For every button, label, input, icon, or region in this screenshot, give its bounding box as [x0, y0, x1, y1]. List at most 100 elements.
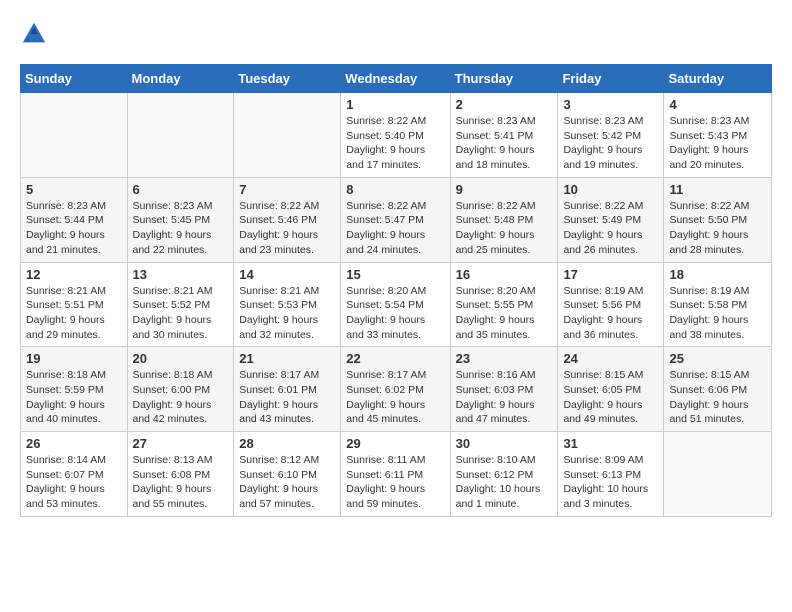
page-header: [20, 20, 772, 48]
calendar-cell: 3Sunrise: 8:23 AM Sunset: 5:42 PM Daylig…: [558, 93, 664, 178]
day-number: 1: [346, 97, 444, 112]
day-number: 7: [239, 182, 335, 197]
day-info: Sunrise: 8:22 AM Sunset: 5:46 PM Dayligh…: [239, 199, 335, 258]
week-row-2: 5 Sunrise: 8:23 AM Sunset: 5:44 PM Daylig…: [21, 177, 772, 262]
calendar-cell: 17 Sunrise: 8:19 AM Sunset: 5:56 PM Dayli…: [558, 262, 664, 347]
calendar-cell: 7 Sunrise: 8:22 AM Sunset: 5:46 PM Daylig…: [234, 177, 341, 262]
day-info: Sunrise: 8:13 AM Sunset: 6:08 PM Dayligh…: [133, 453, 229, 512]
day-number: 11: [669, 182, 766, 197]
day-number: 9: [456, 182, 553, 197]
day-number: 31: [563, 436, 658, 451]
day-number: 2: [456, 97, 553, 112]
calendar-cell: 9 Sunrise: 8:22 AM Sunset: 5:48 PM Daylig…: [450, 177, 558, 262]
day-info: Sunrise: 8:22 AM Sunset: 5:50 PM Dayligh…: [669, 199, 766, 258]
day-info: Sunrise: 8:23 AM Sunset: 5:44 PM Dayligh…: [26, 199, 122, 258]
day-info: Sunrise: 8:23 AM Sunset: 5:45 PM Dayligh…: [133, 199, 229, 258]
day-header-saturday: Saturday: [664, 65, 772, 93]
calendar-cell: 20Sunrise: 8:18 AM Sunset: 6:00 PM Dayli…: [127, 347, 234, 432]
calendar-cell: 5 Sunrise: 8:23 AM Sunset: 5:44 PM Daylig…: [21, 177, 128, 262]
day-info: Sunrise: 8:22 AM Sunset: 5:48 PM Dayligh…: [456, 199, 553, 258]
calendar-cell: [664, 432, 772, 517]
day-info: Sunrise: 8:18 AM Sunset: 5:59 PM Dayligh…: [26, 368, 122, 427]
calendar-cell: 22 Sunrise: 8:17 AM Sunset: 6:02 PM Dayli…: [341, 347, 450, 432]
day-header-monday: Monday: [127, 65, 234, 93]
day-number: 14: [239, 267, 335, 282]
week-row-3: 12 Sunrise: 8:21 AM Sunset: 5:51 PM Dayli…: [21, 262, 772, 347]
day-number: 21: [239, 351, 335, 366]
calendar-cell: 21 Sunrise: 8:17 AM Sunset: 6:01 PM Dayli…: [234, 347, 341, 432]
day-number: 16: [456, 267, 553, 282]
day-info: Sunrise: 8:19 AM Sunset: 5:58 PM Dayligh…: [669, 284, 766, 343]
week-row-1: 1 Sunrise: 8:22 AM Sunset: 5:40 PM Daylig…: [21, 93, 772, 178]
day-info: Sunrise: 8:23 AM Sunset: 5:41 PM Dayligh…: [456, 114, 553, 173]
day-number: 28: [239, 436, 335, 451]
day-info: Sunrise: 8:17 AM Sunset: 6:02 PM Dayligh…: [346, 368, 444, 427]
calendar-cell: 10 Sunrise: 8:22 AM Sunset: 5:49 PM Dayli…: [558, 177, 664, 262]
calendar-cell: 11 Sunrise: 8:22 AM Sunset: 5:50 PM Dayli…: [664, 177, 772, 262]
day-info: Sunrise: 8:17 AM Sunset: 6:01 PM Dayligh…: [239, 368, 335, 427]
day-number: 24: [563, 351, 658, 366]
calendar-cell: [234, 93, 341, 178]
day-number: 12: [26, 267, 122, 282]
calendar-cell: 29 Sunrise: 8:11 AM Sunset: 6:11 PM Dayli…: [341, 432, 450, 517]
day-info: Sunrise: 8:14 AM Sunset: 6:07 PM Dayligh…: [26, 453, 122, 512]
day-info: Sunrise: 8:20 AM Sunset: 5:54 PM Dayligh…: [346, 284, 444, 343]
day-info: Sunrise: 8:21 AM Sunset: 5:51 PM Dayligh…: [26, 284, 122, 343]
calendar-cell: 24Sunrise: 8:15 AM Sunset: 6:05 PM Dayli…: [558, 347, 664, 432]
calendar-cell: 25 Sunrise: 8:15 AM Sunset: 6:06 PM Dayli…: [664, 347, 772, 432]
day-header-thursday: Thursday: [450, 65, 558, 93]
calendar-cell: 8 Sunrise: 8:22 AM Sunset: 5:47 PM Daylig…: [341, 177, 450, 262]
day-number: 25: [669, 351, 766, 366]
day-number: 8: [346, 182, 444, 197]
logo-icon: [20, 20, 48, 48]
day-header-friday: Friday: [558, 65, 664, 93]
calendar-cell: 28 Sunrise: 8:12 AM Sunset: 6:10 PM Dayli…: [234, 432, 341, 517]
day-info: Sunrise: 8:15 AM Sunset: 6:06 PM Dayligh…: [669, 368, 766, 427]
day-number: 10: [563, 182, 658, 197]
calendar-cell: 30Sunrise: 8:10 AM Sunset: 6:12 PM Dayli…: [450, 432, 558, 517]
day-number: 29: [346, 436, 444, 451]
calendar-cell: 16 Sunrise: 8:20 AM Sunset: 5:55 PM Dayli…: [450, 262, 558, 347]
day-number: 13: [133, 267, 229, 282]
day-number: 15: [346, 267, 444, 282]
day-header-wednesday: Wednesday: [341, 65, 450, 93]
day-info: Sunrise: 8:23 AM Sunset: 5:43 PM Dayligh…: [669, 114, 766, 173]
day-info: Sunrise: 8:16 AM Sunset: 6:03 PM Dayligh…: [456, 368, 553, 427]
calendar-cell: 6 Sunrise: 8:23 AM Sunset: 5:45 PM Daylig…: [127, 177, 234, 262]
day-info: Sunrise: 8:10 AM Sunset: 6:12 PM Dayligh…: [456, 453, 553, 512]
calendar-cell: 2 Sunrise: 8:23 AM Sunset: 5:41 PM Daylig…: [450, 93, 558, 178]
day-info: Sunrise: 8:09 AM Sunset: 6:13 PM Dayligh…: [563, 453, 658, 512]
logo: [20, 20, 52, 48]
calendar-cell: 18 Sunrise: 8:19 AM Sunset: 5:58 PM Dayli…: [664, 262, 772, 347]
day-info: Sunrise: 8:21 AM Sunset: 5:53 PM Dayligh…: [239, 284, 335, 343]
day-info: Sunrise: 8:22 AM Sunset: 5:40 PM Dayligh…: [346, 114, 444, 173]
calendar-cell: 4 Sunrise: 8:23 AM Sunset: 5:43 PM Daylig…: [664, 93, 772, 178]
day-number: 5: [26, 182, 122, 197]
day-header-tuesday: Tuesday: [234, 65, 341, 93]
day-number: 22: [346, 351, 444, 366]
calendar-cell: 15 Sunrise: 8:20 AM Sunset: 5:54 PM Dayli…: [341, 262, 450, 347]
day-number: 18: [669, 267, 766, 282]
day-number: 27: [133, 436, 229, 451]
day-number: 3: [563, 97, 658, 112]
day-number: 6: [133, 182, 229, 197]
day-number: 26: [26, 436, 122, 451]
calendar-cell: 12 Sunrise: 8:21 AM Sunset: 5:51 PM Dayli…: [21, 262, 128, 347]
day-info: Sunrise: 8:18 AM Sunset: 6:00 PM Dayligh…: [133, 368, 229, 427]
day-info: Sunrise: 8:19 AM Sunset: 5:56 PM Dayligh…: [563, 284, 658, 343]
day-info: Sunrise: 8:20 AM Sunset: 5:55 PM Dayligh…: [456, 284, 553, 343]
day-number: 17: [563, 267, 658, 282]
day-info: Sunrise: 8:22 AM Sunset: 5:47 PM Dayligh…: [346, 199, 444, 258]
day-info: Sunrise: 8:22 AM Sunset: 5:49 PM Dayligh…: [563, 199, 658, 258]
calendar-cell: [21, 93, 128, 178]
calendar-cell: 31 Sunrise: 8:09 AM Sunset: 6:13 PM Dayli…: [558, 432, 664, 517]
week-row-5: 26 Sunrise: 8:14 AM Sunset: 6:07 PM Dayli…: [21, 432, 772, 517]
day-number: 23: [456, 351, 553, 366]
day-info: Sunrise: 8:11 AM Sunset: 6:11 PM Dayligh…: [346, 453, 444, 512]
day-info: Sunrise: 8:12 AM Sunset: 6:10 PM Dayligh…: [239, 453, 335, 512]
calendar-cell: 23 Sunrise: 8:16 AM Sunset: 6:03 PM Dayli…: [450, 347, 558, 432]
day-number: 4: [669, 97, 766, 112]
day-header-sunday: Sunday: [21, 65, 128, 93]
calendar-cell: 26 Sunrise: 8:14 AM Sunset: 6:07 PM Dayli…: [21, 432, 128, 517]
calendar-table: SundayMondayTuesdayWednesdayThursdayFrid…: [20, 64, 772, 517]
